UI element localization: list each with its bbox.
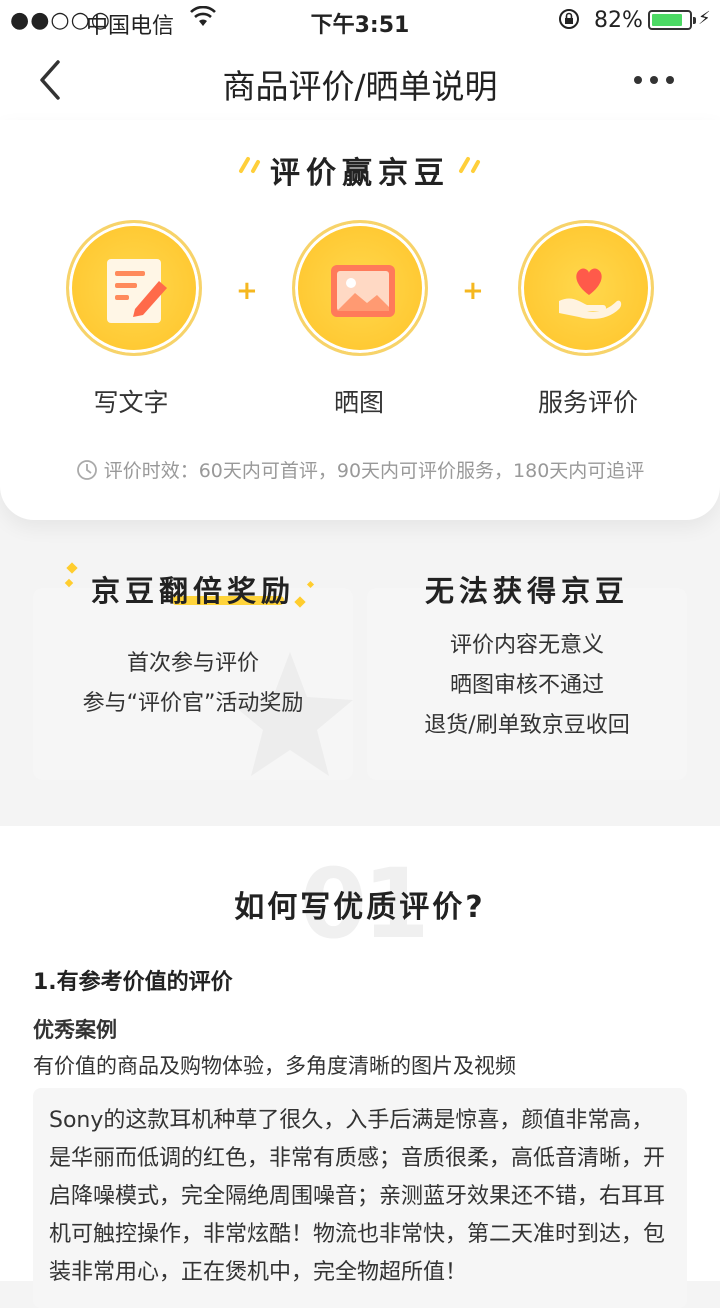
service-rating-circle[interactable] <box>518 220 654 356</box>
example-review-box: Sony的这款耳机种草了很久，入手后满是惊喜，颜值非常高，是华丽而低调的红色，非… <box>33 1088 687 1308</box>
promo-card: 评价赢京豆 + + 写文字 晒图 服务评价 评价时效：60天内可首评，90天内可… <box>0 120 720 520</box>
guide-subheading: 1.有参考价值的评价 <box>33 970 233 995</box>
write-text-circle[interactable] <box>66 220 202 356</box>
double-reward-title: 京豆翻倍奖励 <box>90 574 295 608</box>
no-reward-card: 评价内容无意义 晒图审核不通过 退货/刷单致京豆收回 <box>367 588 687 780</box>
no-reward-lines: 评价内容无意义 晒图审核不通过 退货/刷单致京豆收回 <box>367 626 687 746</box>
photo-icon <box>331 265 395 317</box>
timing-note-text: 评价时效：60天内可首评，90天内可评价服务，180天内可追评 <box>103 460 645 482</box>
example-label: 优秀案例 <box>33 1018 117 1042</box>
battery-percent: 82% <box>594 8 643 33</box>
sparkle-right-icon <box>459 157 480 173</box>
write-text-label: 写文字 <box>93 388 169 417</box>
clock-icon <box>76 460 97 480</box>
guide-section: 01 如何写优质评价? 1.有参考价值的评价 优秀案例 有价值的商品及购物体验，… <box>0 826 720 1308</box>
heart-hand-icon <box>559 268 622 319</box>
battery-icon <box>648 10 696 30</box>
double-reward-line-2: 参与“评价官”活动奖励 <box>82 691 304 716</box>
timing-note: 评价时效：60天内可首评，90天内可评价服务，180天内可追评 <box>0 456 720 483</box>
guide-title: 如何写优质评价? <box>234 890 486 925</box>
battery-level <box>652 14 682 26</box>
more-dots-icon[interactable] <box>634 76 674 84</box>
photo-circle[interactable] <box>292 220 428 356</box>
page-title: 商品评价/晒单说明 <box>222 67 498 106</box>
rotation-lock-icon <box>558 8 580 30</box>
photo-label: 晒图 <box>333 388 384 417</box>
example-description: 有价值的商品及购物体验，多角度清晰的图片及视频 <box>33 1054 516 1078</box>
no-reward-line-1: 评价内容无意义 <box>449 633 604 658</box>
no-reward-line-3: 退货/刷单致京豆收回 <box>424 713 630 738</box>
double-reward-lines: 首次参与评价 参与“评价官”活动奖励 <box>33 644 353 724</box>
promo-heading: 评价赢京豆 <box>270 156 450 191</box>
no-reward-title: 无法获得京豆 <box>424 574 629 608</box>
double-reward-card: 首次参与评价 参与“评价官”活动奖励 <box>33 588 353 780</box>
plus-sign-2: + <box>462 276 484 306</box>
double-reward-line-1: 首次参与评价 <box>126 651 259 676</box>
service-rating-label: 服务评价 <box>537 388 638 417</box>
charging-icon: ⚡ <box>698 8 711 29</box>
write-text-icon <box>107 259 167 323</box>
no-reward-line-2: 晒图审核不通过 <box>449 673 604 698</box>
nav-bar: 商品评价/晒单说明 <box>0 40 720 120</box>
status-bar: ●●○○○ 中国电信 下午3:51 82% ⚡ <box>0 0 720 40</box>
plus-sign-1: + <box>236 276 258 306</box>
